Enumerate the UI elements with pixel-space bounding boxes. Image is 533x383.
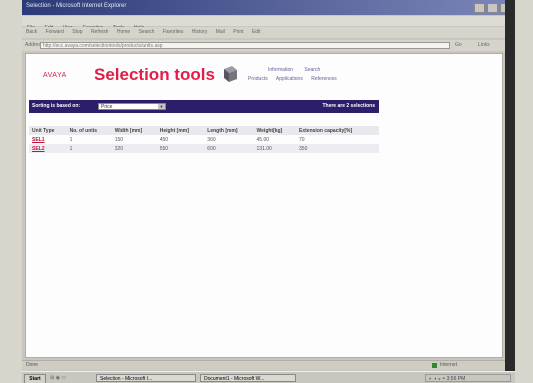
cubes-icon (224, 66, 237, 82)
sort-select[interactable]: Price ▼ (98, 103, 166, 110)
zone-text: Internet (440, 362, 457, 368)
table-cell: 1 (66, 144, 112, 153)
history-button[interactable]: History (192, 29, 208, 35)
table-cell: 70 (299, 136, 305, 143)
table-cell: 600 (204, 144, 254, 153)
table-header-row: Unit Type No. of units Width [mm] Height… (29, 126, 379, 135)
favorites-button[interactable]: Favorites (163, 29, 184, 35)
header-width[interactable]: Width [mm] (111, 126, 157, 135)
menu-bar: File Edit View Favorites Tools Help (22, 16, 505, 31)
nav-information-link[interactable]: Information (268, 67, 293, 73)
start-button[interactable]: Start (24, 374, 46, 383)
result-count: There are 2 selections (322, 103, 375, 109)
table-cell: 131.00 (253, 144, 297, 153)
quick-launch-icons[interactable]: ⊞ ◉ ▭ (50, 375, 66, 381)
chevron-down-icon[interactable]: ▼ (158, 104, 165, 109)
page-title: Selection tools (94, 65, 215, 84)
header-length[interactable]: Length [mm] (204, 126, 254, 135)
table-row: SEL1 1 150 450 360 45.00 70 (29, 135, 379, 144)
screen: Selection - Microsoft Internet Explorer … (22, 0, 515, 383)
taskbar: Start ⊞ ◉ ▭ Selection - Microsoft I... D… (22, 371, 515, 383)
table-cell: 45.00 (256, 136, 270, 143)
unit-type-link[interactable]: SEL2 (29, 144, 67, 153)
forward-button[interactable]: Forward (46, 29, 64, 35)
back-button[interactable]: Back (26, 29, 37, 35)
status-text: Done (26, 362, 38, 368)
header-no-of-units[interactable]: No. of units (66, 126, 112, 135)
table-cell: 360 (207, 136, 216, 143)
minimize-button[interactable] (474, 3, 485, 13)
table-cell: 450 (159, 136, 169, 143)
internet-zone-icon (432, 363, 437, 368)
window-titlebar: Selection - Microsoft Internet Explorer (22, 0, 515, 15)
table-row: SEL2 1 320 550 600 131.00 350 (29, 144, 379, 153)
edit-button[interactable]: Edit (252, 29, 261, 35)
print-button[interactable]: Print (233, 29, 243, 35)
sort-label: Sorting is based on: (32, 103, 81, 109)
search-button[interactable]: Search (139, 29, 155, 35)
avaya-logo: AVAYA (43, 72, 67, 79)
taskbar-item-word[interactable]: Document1 - Microsoft W... (200, 374, 296, 382)
go-button[interactable]: Go (455, 42, 462, 48)
taskbar-item-browser[interactable]: Selection - Microsoft I... (96, 374, 196, 382)
address-input[interactable]: http://ecc.avaya.com/selectiontools/prod… (40, 42, 450, 49)
nav-search-link[interactable]: Search (304, 67, 320, 73)
desktop-edge (505, 0, 515, 383)
header-weight[interactable]: Weight[kg] (253, 126, 297, 135)
table-cell: 320 (111, 144, 157, 153)
links-button[interactable]: Links (478, 42, 490, 48)
header-height[interactable]: Height [mm] (156, 126, 205, 135)
browser-toolbar: Back Forward Stop Refresh Home Search Fa… (22, 27, 505, 38)
stop-button[interactable]: Stop (72, 29, 82, 35)
web-page: AVAYA Selection tools Information Search… (25, 53, 503, 358)
nav-references-link[interactable]: References (311, 76, 337, 82)
sort-bar: Sorting is based on: Price ▼ There are 2… (29, 100, 379, 113)
refresh-button[interactable]: Refresh (91, 29, 109, 35)
nav-applications-link[interactable]: Applications (276, 76, 303, 82)
nav-products-link[interactable]: Products (248, 76, 268, 82)
sort-select-value: Price (101, 104, 113, 110)
table-cell: 550 (156, 144, 205, 153)
status-bar: Done Internet (22, 360, 505, 370)
results-table: Unit Type No. of units Width [mm] Height… (29, 126, 379, 153)
system-tray: ◐ ◑ ◒ ◓ 3:56 PM (425, 374, 511, 382)
unit-type-link[interactable]: SEL1 (29, 135, 67, 144)
table-cell: 150 (114, 136, 124, 143)
table-cell: 350 (296, 144, 379, 153)
header-extension-capacity[interactable]: Extension capacity[%] (296, 126, 379, 135)
maximize-button[interactable] (487, 3, 498, 13)
mail-button[interactable]: Mail (216, 29, 225, 35)
table-cell: 1 (69, 136, 73, 143)
header-unit-type[interactable]: Unit Type (29, 126, 67, 135)
window-title: Selection - Microsoft Internet Explorer (26, 3, 127, 9)
address-bar: Address http://ecc.avaya.com/selectionto… (22, 40, 505, 51)
home-button[interactable]: Home (117, 29, 130, 35)
